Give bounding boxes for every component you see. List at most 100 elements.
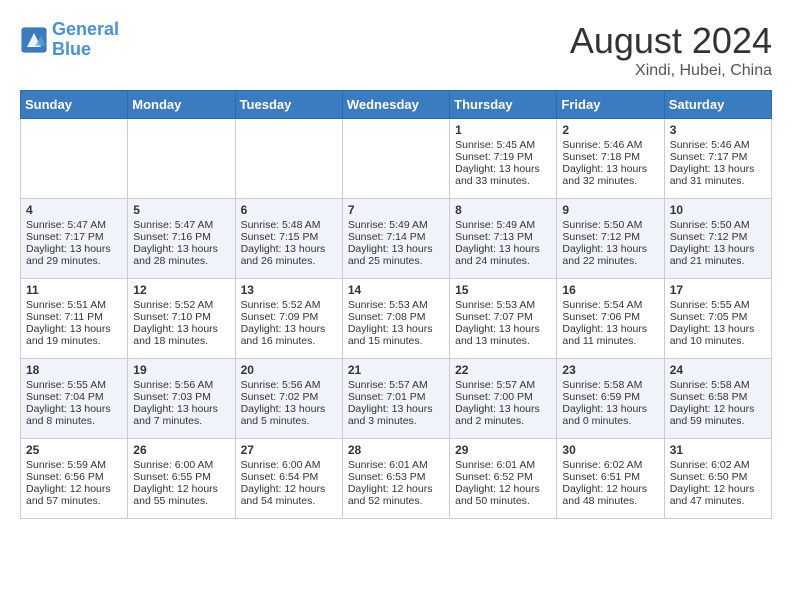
location: Xindi, Hubei, China (570, 62, 772, 80)
calendar-body: 1Sunrise: 5:45 AMSunset: 7:19 PMDaylight… (21, 119, 772, 519)
cell-info: Sunset: 7:01 PM (348, 391, 444, 403)
day-number: 18 (26, 363, 122, 377)
cell-info: Daylight: 13 hours and 5 minutes. (241, 403, 337, 427)
cell-info: Sunset: 7:10 PM (133, 311, 229, 323)
cell-info: Sunset: 6:51 PM (562, 471, 658, 483)
cell-info: Sunset: 6:50 PM (670, 471, 766, 483)
calendar-cell: 18Sunrise: 5:55 AMSunset: 7:04 PMDayligh… (21, 359, 128, 439)
calendar-cell: 24Sunrise: 5:58 AMSunset: 6:58 PMDayligh… (664, 359, 771, 439)
cell-info: Sunset: 7:17 PM (26, 231, 122, 243)
day-number: 21 (348, 363, 444, 377)
day-number: 14 (348, 283, 444, 297)
calendar-cell: 16Sunrise: 5:54 AMSunset: 7:06 PMDayligh… (557, 279, 664, 359)
cell-info: Daylight: 13 hours and 32 minutes. (562, 163, 658, 187)
calendar-cell (235, 119, 342, 199)
cell-info: Sunrise: 5:47 AM (26, 219, 122, 231)
cell-info: Sunrise: 5:58 AM (562, 379, 658, 391)
day-number: 27 (241, 443, 337, 457)
cell-info: Sunset: 7:12 PM (562, 231, 658, 243)
cell-info: Sunset: 7:09 PM (241, 311, 337, 323)
day-number: 30 (562, 443, 658, 457)
calendar-header: SundayMondayTuesdayWednesdayThursdayFrid… (21, 91, 772, 119)
cell-info: Sunrise: 5:55 AM (670, 299, 766, 311)
header-day: Monday (128, 91, 235, 119)
calendar-cell: 20Sunrise: 5:56 AMSunset: 7:02 PMDayligh… (235, 359, 342, 439)
cell-info: Sunrise: 5:54 AM (562, 299, 658, 311)
day-number: 31 (670, 443, 766, 457)
cell-info: Daylight: 13 hours and 3 minutes. (348, 403, 444, 427)
calendar-cell: 12Sunrise: 5:52 AMSunset: 7:10 PMDayligh… (128, 279, 235, 359)
day-number: 16 (562, 283, 658, 297)
calendar-table: SundayMondayTuesdayWednesdayThursdayFrid… (20, 90, 772, 519)
day-number: 9 (562, 203, 658, 217)
cell-info: Sunrise: 5:53 AM (348, 299, 444, 311)
cell-info: Sunset: 6:56 PM (26, 471, 122, 483)
cell-info: Sunset: 7:15 PM (241, 231, 337, 243)
cell-info: Sunrise: 5:53 AM (455, 299, 551, 311)
cell-info: Sunrise: 5:58 AM (670, 379, 766, 391)
calendar-cell: 10Sunrise: 5:50 AMSunset: 7:12 PMDayligh… (664, 199, 771, 279)
cell-info: Sunset: 6:58 PM (670, 391, 766, 403)
cell-info: Sunset: 6:59 PM (562, 391, 658, 403)
cell-info: Sunrise: 5:57 AM (348, 379, 444, 391)
cell-info: Daylight: 13 hours and 2 minutes. (455, 403, 551, 427)
calendar-cell: 23Sunrise: 5:58 AMSunset: 6:59 PMDayligh… (557, 359, 664, 439)
calendar-cell (128, 119, 235, 199)
day-number: 19 (133, 363, 229, 377)
cell-info: Sunrise: 5:50 AM (562, 219, 658, 231)
logo-text: General Blue (52, 20, 119, 60)
cell-info: Sunrise: 5:56 AM (133, 379, 229, 391)
day-number: 3 (670, 123, 766, 137)
cell-info: Sunset: 7:02 PM (241, 391, 337, 403)
cell-info: Sunrise: 5:49 AM (455, 219, 551, 231)
cell-info: Daylight: 13 hours and 11 minutes. (562, 323, 658, 347)
day-number: 1 (455, 123, 551, 137)
day-number: 28 (348, 443, 444, 457)
cell-info: Sunrise: 5:59 AM (26, 459, 122, 471)
calendar-cell: 25Sunrise: 5:59 AMSunset: 6:56 PMDayligh… (21, 439, 128, 519)
day-number: 6 (241, 203, 337, 217)
day-number: 24 (670, 363, 766, 377)
cell-info: Daylight: 12 hours and 55 minutes. (133, 483, 229, 507)
calendar-cell: 3Sunrise: 5:46 AMSunset: 7:17 PMDaylight… (664, 119, 771, 199)
cell-info: Daylight: 13 hours and 7 minutes. (133, 403, 229, 427)
calendar-cell: 27Sunrise: 6:00 AMSunset: 6:54 PMDayligh… (235, 439, 342, 519)
cell-info: Sunrise: 5:55 AM (26, 379, 122, 391)
cell-info: Sunset: 6:55 PM (133, 471, 229, 483)
cell-info: Daylight: 13 hours and 18 minutes. (133, 323, 229, 347)
day-number: 8 (455, 203, 551, 217)
cell-info: Daylight: 13 hours and 21 minutes. (670, 243, 766, 267)
cell-info: Sunset: 7:03 PM (133, 391, 229, 403)
cell-info: Sunrise: 5:47 AM (133, 219, 229, 231)
header-day: Thursday (450, 91, 557, 119)
day-number: 25 (26, 443, 122, 457)
day-number: 11 (26, 283, 122, 297)
title-block: August 2024 Xindi, Hubei, China (570, 20, 772, 80)
cell-info: Daylight: 13 hours and 22 minutes. (562, 243, 658, 267)
calendar-cell: 21 Sunrise: 5:57 AMSunset: 7:01 PMDayligh… (342, 359, 449, 439)
cell-info: Sunrise: 5:52 AM (241, 299, 337, 311)
calendar-cell: 28Sunrise: 6:01 AMSunset: 6:53 PMDayligh… (342, 439, 449, 519)
day-number: 29 (455, 443, 551, 457)
cell-info: Sunset: 7:11 PM (26, 311, 122, 323)
calendar-cell (342, 119, 449, 199)
cell-info: Sunset: 7:16 PM (133, 231, 229, 243)
cell-info: Daylight: 13 hours and 15 minutes. (348, 323, 444, 347)
calendar-cell: 6Sunrise: 5:48 AMSunset: 7:15 PMDaylight… (235, 199, 342, 279)
cell-info: Daylight: 13 hours and 28 minutes. (133, 243, 229, 267)
calendar-cell: 7Sunrise: 5:49 AMSunset: 7:14 PMDaylight… (342, 199, 449, 279)
header-day: Sunday (21, 91, 128, 119)
calendar-week: 4Sunrise: 5:47 AMSunset: 7:17 PMDaylight… (21, 199, 772, 279)
day-number: 20 (241, 363, 337, 377)
cell-info: Daylight: 12 hours and 47 minutes. (670, 483, 766, 507)
day-number: 10 (670, 203, 766, 217)
header-day: Wednesday (342, 91, 449, 119)
day-number: 2 (562, 123, 658, 137)
cell-info: Daylight: 13 hours and 0 minutes. (562, 403, 658, 427)
cell-info: Sunset: 7:12 PM (670, 231, 766, 243)
header-row: SundayMondayTuesdayWednesdayThursdayFrid… (21, 91, 772, 119)
calendar-week: 18Sunrise: 5:55 AMSunset: 7:04 PMDayligh… (21, 359, 772, 439)
cell-info: Sunrise: 6:00 AM (241, 459, 337, 471)
cell-info: Sunset: 7:19 PM (455, 151, 551, 163)
day-number: 22 (455, 363, 551, 377)
